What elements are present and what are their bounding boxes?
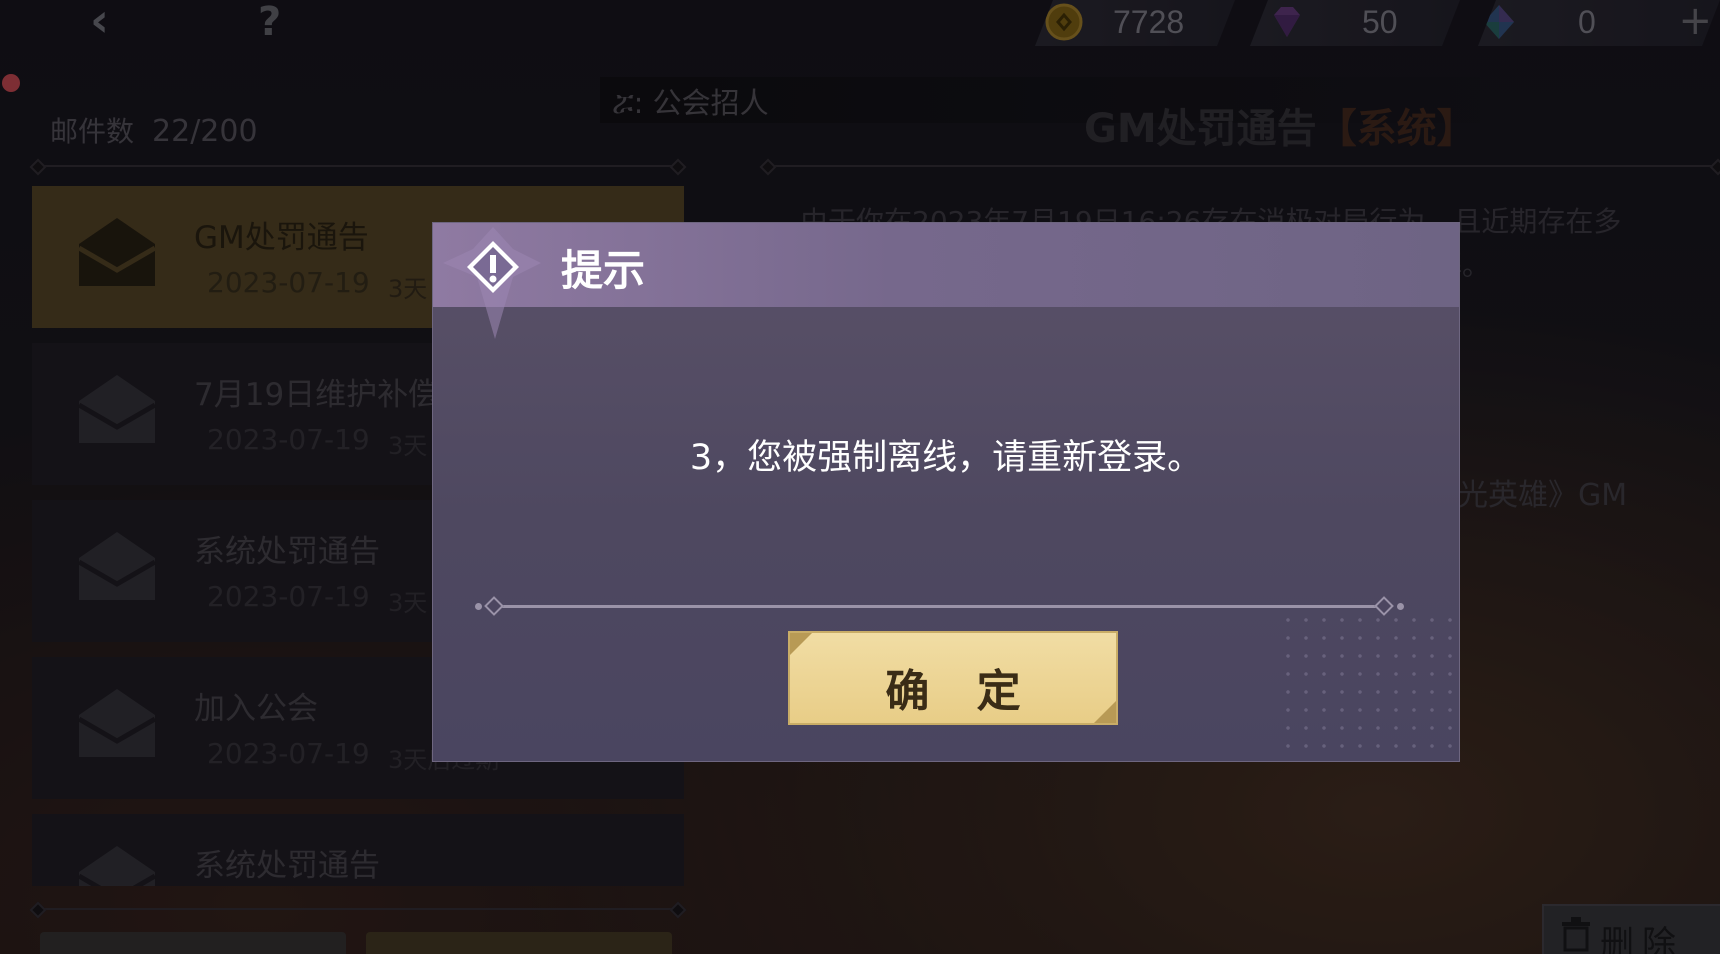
line-dot: [1397, 603, 1404, 610]
dialog-divider: [493, 605, 1385, 608]
dialog-message: 3，您被强制离线，请重新登录。: [689, 438, 1203, 478]
warning-emblem-icon: [443, 227, 541, 339]
confirm-label: 确 定: [885, 666, 1037, 717]
line-dot: [475, 603, 482, 610]
dialog-title: 提示: [561, 246, 646, 295]
alert-dialog: 提示 3，您被强制离线，请重新登录。 确 定: [432, 222, 1460, 762]
decorative-sparkle: [1279, 611, 1459, 761]
confirm-button[interactable]: 确 定: [788, 631, 1118, 725]
